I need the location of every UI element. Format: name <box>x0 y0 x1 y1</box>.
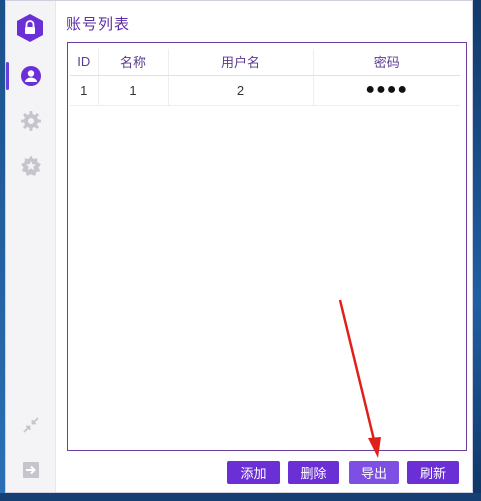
sidebar-item-favorites[interactable] <box>6 148 56 184</box>
sidebar <box>6 1 56 492</box>
cell-password[interactable]: ●●●● <box>313 75 460 106</box>
gear-icon <box>20 110 42 132</box>
add-button[interactable]: 添加 <box>227 461 280 484</box>
logout-icon <box>22 461 40 479</box>
cell-username[interactable]: 2 <box>168 75 314 106</box>
desktop-background <box>473 0 481 501</box>
table-row[interactable]: 1 1 2 ●●●● <box>70 75 460 106</box>
collapse-button[interactable] <box>6 407 56 443</box>
app-window: 账号列表 ID 名称 用户名 密码 1 1 2 ●●●● <box>5 0 473 493</box>
sidebar-item-settings[interactable] <box>6 103 56 139</box>
taskbar-edge <box>0 493 481 501</box>
user-icon <box>20 65 42 87</box>
column-header-password[interactable]: 密码 <box>313 49 460 76</box>
sidebar-item-accounts[interactable] <box>6 58 56 94</box>
page-title: 账号列表 <box>66 16 131 33</box>
column-header-username[interactable]: 用户名 <box>168 49 314 76</box>
star-badge-icon <box>20 155 42 177</box>
logout-button[interactable] <box>6 452 56 488</box>
accounts-table: ID 名称 用户名 密码 1 1 2 ●●●● <box>70 49 460 106</box>
app-logo-icon <box>15 13 45 43</box>
delete-button[interactable]: 删除 <box>288 461 339 484</box>
export-button[interactable]: 导出 <box>349 461 399 484</box>
column-header-name[interactable]: 名称 <box>98 49 169 76</box>
cell-id[interactable]: 1 <box>70 75 99 106</box>
shrink-icon <box>22 416 40 434</box>
refresh-button[interactable]: 刷新 <box>407 461 459 484</box>
cell-name[interactable]: 1 <box>98 75 169 106</box>
column-header-id[interactable]: ID <box>70 49 99 76</box>
accounts-table-panel: ID 名称 用户名 密码 1 1 2 ●●●● <box>67 42 467 451</box>
table-header-row: ID 名称 用户名 密码 <box>70 49 460 76</box>
